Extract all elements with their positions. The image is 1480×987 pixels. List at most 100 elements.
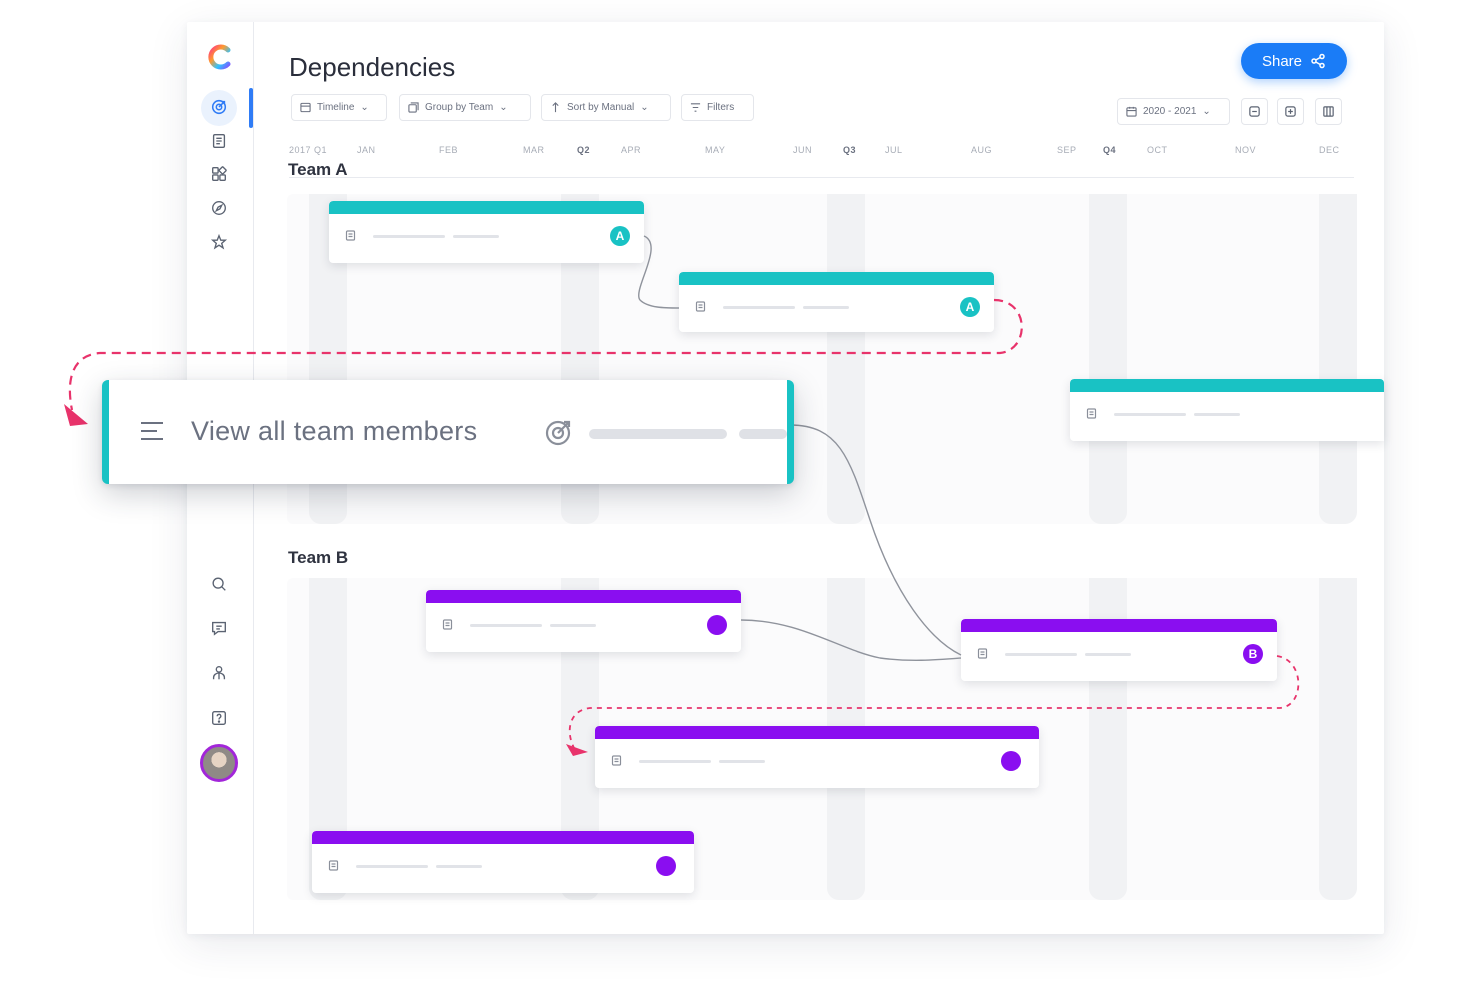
placeholder-line — [373, 235, 445, 238]
document-icon — [345, 230, 356, 241]
zoom-out-button[interactable] — [1241, 98, 1268, 125]
task-card[interactable]: A — [679, 272, 994, 332]
filters-button[interactable]: Filters — [681, 94, 754, 121]
chevron-down-icon: ⌄ — [499, 102, 508, 113]
dependency-arrowhead — [64, 404, 88, 426]
date-range-label: 2020 - 2021 — [1143, 106, 1197, 117]
share-label: Share — [1261, 52, 1303, 70]
timeline-column — [827, 194, 865, 524]
timeline-month: SEP — [1057, 145, 1077, 155]
assignee-badge[interactable]: A — [960, 297, 980, 317]
timeline-month: JAN — [357, 145, 376, 155]
team-b-label: Team B — [288, 548, 349, 567]
sort-label: Sort by Manual — [567, 102, 635, 113]
task-bar[interactable] — [595, 726, 1039, 739]
people-icon[interactable] — [209, 663, 229, 683]
view-selector[interactable]: Timeline ⌄ — [291, 94, 387, 121]
document-icon — [611, 755, 622, 766]
page-title: Dependencies — [289, 52, 456, 82]
star-icon[interactable] — [209, 232, 229, 252]
zoom-in-button[interactable] — [1277, 98, 1304, 125]
group-label: Group by Team — [425, 102, 494, 113]
placeholder-line — [1005, 653, 1077, 656]
placeholder-line — [1085, 653, 1131, 656]
share-button[interactable]: Share — [1241, 43, 1347, 79]
timeline-month: 2017 Q1 — [289, 145, 328, 155]
group-by-selector[interactable]: Group by Team ⌄ — [399, 94, 531, 121]
document-icon — [328, 860, 339, 871]
document-icon — [1086, 408, 1097, 419]
user-avatar[interactable] — [200, 744, 238, 782]
assignee-avatar[interactable] — [707, 615, 727, 635]
timeline-month: MAY — [705, 145, 726, 155]
calendar-icon — [1126, 106, 1137, 117]
task-card[interactable] — [426, 590, 741, 652]
timeline-column — [1319, 578, 1357, 900]
sort-selector[interactable]: Sort by Manual ⌄ — [541, 94, 671, 121]
task-card[interactable] — [595, 726, 1039, 788]
view-label: Timeline — [317, 102, 355, 113]
sidebar-active-indicator — [249, 88, 253, 128]
placeholder-line — [550, 624, 596, 627]
timeline-month: JUL — [885, 145, 903, 155]
task-card[interactable]: A — [329, 201, 644, 263]
task-bar[interactable] — [1070, 379, 1384, 392]
task-card[interactable]: B — [961, 619, 1277, 681]
timeline-month: FEB — [439, 145, 459, 155]
chevron-down-icon: ⌄ — [1202, 106, 1211, 117]
apps-icon[interactable] — [209, 164, 229, 184]
timeline-month: OCT — [1147, 145, 1168, 155]
task-bar[interactable] — [679, 272, 994, 285]
placeholder-line — [639, 760, 711, 763]
date-range-selector[interactable]: 2020 - 2021 ⌄ — [1117, 98, 1230, 125]
assignee-avatar[interactable] — [1001, 751, 1021, 771]
timeline-column — [1319, 194, 1357, 524]
chat-icon[interactable] — [209, 618, 229, 638]
timeline-divider — [289, 177, 1354, 178]
view-all-team-members-label[interactable]: View all team members — [191, 416, 477, 447]
share-icon — [1311, 53, 1325, 69]
assignee-badge[interactable]: B — [1243, 644, 1263, 664]
timeline-quarter: Q2 — [577, 145, 591, 155]
document-icon — [442, 619, 453, 630]
timeline-month: MAR — [523, 145, 545, 155]
placeholder-line — [589, 429, 727, 439]
placeholder-line — [436, 865, 482, 868]
placeholder-line — [453, 235, 499, 238]
chevron-down-icon: ⌄ — [640, 102, 649, 113]
task-bar[interactable] — [961, 619, 1277, 632]
docs-icon[interactable] — [209, 131, 229, 151]
assignee-avatar[interactable] — [656, 856, 676, 876]
timeline-quarter: Q4 — [1103, 145, 1117, 155]
placeholder-line — [739, 429, 787, 439]
settings-button[interactable] — [1315, 98, 1342, 125]
group-icon — [408, 102, 419, 113]
sort-icon — [552, 102, 559, 113]
placeholder-line — [803, 306, 849, 309]
timeline-month: JUN — [793, 145, 812, 155]
chevron-down-icon: ⌄ — [360, 102, 369, 113]
search-icon[interactable] — [209, 574, 229, 594]
compass-icon[interactable] — [209, 198, 229, 218]
placeholder-line — [356, 865, 428, 868]
task-card[interactable] — [312, 831, 694, 893]
timeline-quarter: Q3 — [843, 145, 857, 155]
task-bar[interactable] — [312, 831, 694, 844]
task-bar[interactable] — [329, 201, 644, 214]
document-icon — [977, 648, 988, 659]
placeholder-line — [723, 306, 795, 309]
task-bar[interactable] — [426, 590, 741, 603]
timeline-month: APR — [621, 145, 642, 155]
columns-icon — [1323, 106, 1334, 117]
goals-icon[interactable] — [209, 97, 229, 117]
team-members-popup[interactable]: View all team members — [102, 380, 794, 484]
filters-label: Filters — [707, 102, 735, 113]
help-icon[interactable] — [209, 708, 229, 728]
placeholder-line — [1194, 413, 1240, 416]
placeholder-line — [470, 624, 542, 627]
timeline-icon — [300, 102, 311, 113]
assignee-badge[interactable]: A — [610, 226, 630, 246]
placeholder-line — [719, 760, 765, 763]
task-card[interactable] — [1070, 379, 1384, 441]
clickup-logo-icon[interactable] — [203, 40, 237, 74]
